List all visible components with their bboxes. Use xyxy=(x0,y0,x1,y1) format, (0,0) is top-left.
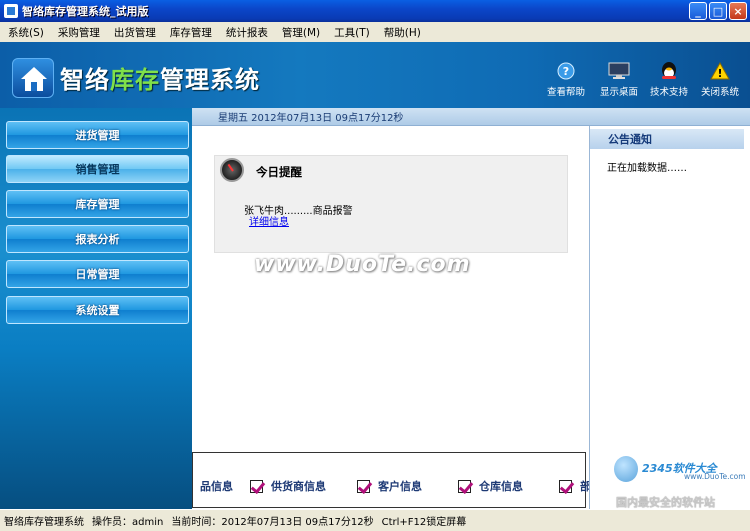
brand-highlight: 库存 xyxy=(110,65,160,94)
brand-title: 智络库存管理系统 xyxy=(60,60,260,95)
shortcut-supplier-info[interactable]: 供货商信息 xyxy=(250,478,326,494)
support-tool-label: 技术支持 xyxy=(649,87,688,98)
sidebar-item-settings[interactable]: 系统设置 xyxy=(6,296,189,324)
site-badge: 2345软件大全 www.DuoTe.com 国内最安全的软件站 xyxy=(610,452,750,509)
brand-prefix: 智络 xyxy=(60,65,110,94)
shortcut-warehouse-info[interactable]: 仓库信息 xyxy=(458,478,523,494)
support-icon xyxy=(658,61,680,81)
sidebar-item-daily[interactable]: 日常管理 xyxy=(6,260,189,288)
close-system-tool-label: 关闭系统 xyxy=(700,87,739,98)
shortcut-customer-info[interactable]: 客户信息 xyxy=(357,478,422,494)
monitor-icon xyxy=(608,61,630,81)
badge-url: www.DuoTe.com xyxy=(684,472,746,481)
logo xyxy=(12,58,54,98)
window-controls: _ □ × xyxy=(689,2,747,20)
date-bar: 星期五 2012年07月13日 09点17分12秒 xyxy=(192,108,750,126)
mascot-icon xyxy=(614,456,638,482)
shortcut-label: 仓库信息 xyxy=(479,480,523,493)
warning-icon: ! xyxy=(709,61,731,81)
help-tool-label: 查看帮助 xyxy=(546,87,585,98)
shortcut-label: 品信息 xyxy=(200,480,233,493)
checkmark-icon xyxy=(458,479,471,493)
clock-icon xyxy=(220,158,244,182)
status-operator: 操作员：admin xyxy=(92,517,164,528)
checkmark-icon xyxy=(357,479,370,493)
details-link[interactable]: 详细信息 xyxy=(249,213,289,228)
sidebar-item-sales[interactable]: 销售管理 xyxy=(6,155,189,183)
notice-loading-text: 正在加载数据…… xyxy=(607,163,687,174)
help-icon: ? xyxy=(555,61,577,81)
desktop-tool-label: 显示桌面 xyxy=(599,87,638,98)
status-time: 当前时间：2012年07月13日 09点17分12秒 xyxy=(171,517,374,528)
brand-suffix: 管理系统 xyxy=(160,65,260,94)
menu-inventory[interactable]: 库存管理 xyxy=(170,25,212,40)
shortcut-label: 客户信息 xyxy=(378,480,422,493)
svg-text:!: ! xyxy=(717,67,722,80)
reminder-title: 今日提醒 xyxy=(256,165,302,179)
menu-shipping[interactable]: 出货管理 xyxy=(114,25,156,40)
watermark: www.DuoTe.com xyxy=(254,252,471,277)
badge-slogan: 国内最安全的软件站 xyxy=(616,496,715,509)
menu-tools[interactable]: 工具(T) xyxy=(334,25,370,40)
status-hotkey: Ctrl+F12锁定屏幕 xyxy=(381,517,467,528)
close-system-tool-button[interactable]: ! 关闭系统 xyxy=(696,61,744,98)
minimize-button[interactable]: _ xyxy=(689,2,707,20)
shortcut-label: 供货商信息 xyxy=(271,480,326,493)
menu-bar: 系统(S) 采购管理 出货管理 库存管理 统计报表 管理(M) 工具(T) 帮助… xyxy=(0,22,750,42)
title-bar: 智络库存管理系统_试用版 _ □ × xyxy=(0,0,750,22)
menu-purchase[interactable]: 采购管理 xyxy=(58,25,100,40)
menu-help[interactable]: 帮助(H) xyxy=(384,25,421,40)
close-button[interactable]: × xyxy=(729,2,747,20)
sidebar-item-purchase[interactable]: 进货管理 xyxy=(6,121,189,149)
status-app-name: 智络库存管理系统 xyxy=(4,517,84,528)
checkmark-icon xyxy=(559,479,572,493)
sidebar-item-reports[interactable]: 报表分析 xyxy=(6,225,189,253)
menu-manage[interactable]: 管理(M) xyxy=(282,25,320,40)
support-tool-button[interactable]: 技术支持 xyxy=(645,61,693,98)
window-title: 智络库存管理系统_试用版 xyxy=(22,5,149,18)
help-tool-button[interactable]: ? 查看帮助 xyxy=(542,61,590,98)
checkmark-icon xyxy=(250,479,263,493)
current-date: 星期五 2012年07月13日 09点17分12秒 xyxy=(218,113,404,124)
house-icon xyxy=(21,67,47,91)
sidebar-item-inventory[interactable]: 库存管理 xyxy=(6,190,189,218)
notice-title: 公告通知 xyxy=(590,129,744,149)
desktop-tool-button[interactable]: 显示桌面 xyxy=(595,61,643,98)
status-bar: 智络库存管理系统 操作员：admin 当前时间：2012年07月13日 09点1… xyxy=(0,509,750,531)
maximize-button[interactable]: □ xyxy=(709,2,727,20)
svg-text:?: ? xyxy=(563,65,569,78)
shortcut-department-info[interactable]: 部 xyxy=(559,478,591,494)
app-icon xyxy=(4,4,18,18)
shortcut-product-info[interactable]: 品信息 xyxy=(200,478,233,494)
menu-reports[interactable]: 统计报表 xyxy=(226,25,268,40)
menu-system[interactable]: 系统(S) xyxy=(8,25,44,40)
